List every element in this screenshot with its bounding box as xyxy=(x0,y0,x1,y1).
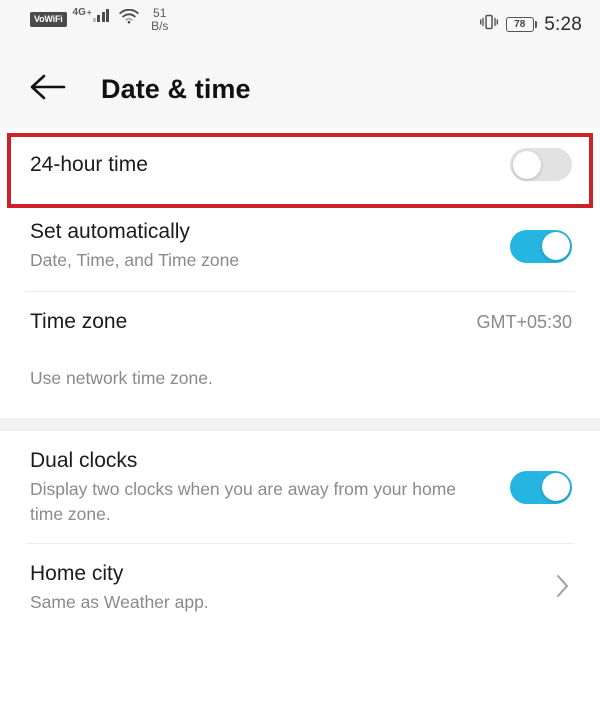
vibrate-icon xyxy=(479,14,499,35)
vowifi-badge: VoWiFi xyxy=(30,12,67,27)
setting-row-home-city[interactable]: Home city Same as Weather app. xyxy=(0,544,600,632)
row-text-block: Set automatically Date, Time, and Time z… xyxy=(30,219,496,273)
chevron-right-icon xyxy=(554,571,572,606)
wifi-icon xyxy=(119,8,139,29)
row-text-block: Home city Same as Weather app. xyxy=(30,561,554,615)
settings-list: 24-hour time Set automatically Date, Tim… xyxy=(0,128,600,632)
setting-subtitle: Display two clocks when you are away fro… xyxy=(30,478,457,524)
time-zone-note: Use network time zone. xyxy=(0,352,600,418)
status-bar-clock: 5:28 xyxy=(544,14,582,35)
setting-subtitle: Date, Time, and Time zone xyxy=(30,250,240,270)
setting-title: Set automatically xyxy=(30,220,190,243)
setting-title: 24-hour time xyxy=(30,152,148,176)
page-title: Date & time xyxy=(101,73,251,104)
setting-title: Home city xyxy=(30,562,124,585)
toggle-dual-clocks[interactable] xyxy=(510,470,572,504)
setting-title: Time zone xyxy=(30,310,128,333)
toggle-knob xyxy=(541,232,570,260)
row-text-block: Dual clocks Display two clocks when you … xyxy=(30,448,460,527)
signal-bars-icon xyxy=(92,8,110,22)
network-plus-label: + xyxy=(86,8,92,17)
section-separator xyxy=(0,418,600,431)
toggle-24-hour-time[interactable] xyxy=(510,148,572,181)
toggle-knob xyxy=(541,473,570,501)
network-type-label: 4G xyxy=(72,7,86,18)
setting-subtitle: Use network time zone. xyxy=(30,368,213,388)
setting-row-time-zone[interactable]: Time zone GMT+05:30 xyxy=(0,292,600,352)
setting-subtitle: Same as Weather app. xyxy=(30,592,209,612)
row-text-block: Time zone xyxy=(30,309,464,335)
status-bar: VoWiFi 4G + 51 B/s 78 5:28 xyxy=(0,0,600,50)
battery-level-label: 78 xyxy=(514,18,526,30)
app-bar: Date & time xyxy=(0,50,600,128)
data-rate-indicator: 51 B/s xyxy=(151,7,168,33)
toggle-knob xyxy=(512,150,541,179)
battery-icon: 78 xyxy=(505,17,538,32)
toggle-set-automatically[interactable] xyxy=(510,229,572,263)
setting-row-24-hour-time[interactable]: 24-hour time xyxy=(0,128,600,201)
time-zone-value: GMT+05:30 xyxy=(476,311,572,332)
setting-row-dual-clocks[interactable]: Dual clocks Display two clocks when you … xyxy=(0,431,600,543)
back-arrow-icon[interactable] xyxy=(28,73,68,106)
status-bar-right: 78 5:28 xyxy=(479,14,582,35)
data-rate-unit: B/s xyxy=(151,19,169,33)
setting-row-set-automatically[interactable]: Set automatically Date, Time, and Time z… xyxy=(0,201,600,291)
row-text-block: Use network time zone. xyxy=(30,366,572,391)
row-text-block: 24-hour time xyxy=(30,152,496,178)
cellular-signal-indicator: 4G + xyxy=(73,8,110,23)
setting-title: Dual clocks xyxy=(30,448,138,472)
status-bar-left: VoWiFi 4G + 51 B/s xyxy=(30,6,168,33)
